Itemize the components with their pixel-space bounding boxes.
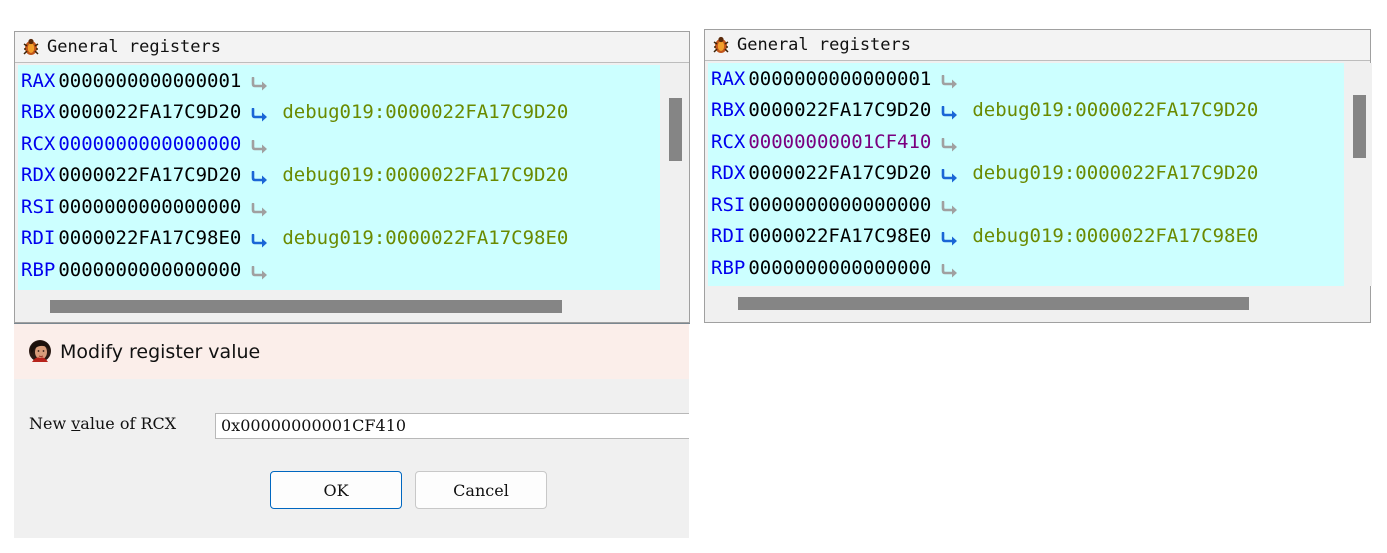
register-name: RSI: [711, 193, 746, 216]
dialog-title-bar: Modify register value: [14, 324, 689, 379]
register-target-address[interactable]: debug019:0000022FA17C9D20: [972, 162, 1258, 184]
bug-icon: [21, 37, 41, 57]
jump-arrow-icon[interactable]: [940, 261, 960, 278]
panel-title: General registers: [47, 37, 221, 57]
jump-arrow-icon[interactable]: [940, 135, 960, 152]
register-row-rbp[interactable]: RBP 0000000000000000: [18, 254, 660, 286]
register-row-rcx[interactable]: RCX 0000000000000000: [18, 128, 660, 160]
register-target-address[interactable]: debug019:0000022FA17C9D20: [282, 101, 568, 123]
new-value-input[interactable]: 0x00000000001CF410: [215, 413, 689, 439]
ida-logo-icon: [26, 338, 54, 366]
bug-icon: [711, 35, 731, 55]
register-target-address[interactable]: debug019:0000022FA17C98E0: [972, 225, 1258, 247]
register-list[interactable]: RAX 0000000000000001 RBX 0000022FA17C9D20 de…: [18, 65, 660, 290]
vertical-scroll-thumb[interactable]: [1353, 95, 1366, 158]
register-target-address[interactable]: debug019:0000022FA17C9D20: [282, 164, 568, 186]
register-value[interactable]: 0000022FA17C9D20: [748, 162, 931, 184]
panel-title-bar: General registers: [15, 32, 689, 63]
jump-arrow-icon[interactable]: [250, 263, 270, 280]
register-name: RAX: [21, 69, 56, 92]
register-target-address[interactable]: debug019:0000022FA17C9D20: [972, 99, 1258, 121]
register-row-rax[interactable]: RAX 0000000000000001: [708, 63, 1344, 95]
jump-arrow-icon[interactable]: [250, 105, 270, 122]
label-suffix: alue of RCX: [80, 414, 177, 433]
register-value[interactable]: 0000000000000000: [748, 257, 931, 279]
jump-arrow-icon[interactable]: [940, 166, 960, 183]
vertical-scroll-thumb[interactable]: [669, 98, 682, 161]
register-row-rbx[interactable]: RBX 0000022FA17C9D20 debug019:0000022FA17C…: [708, 95, 1344, 127]
register-name: RBP: [21, 258, 56, 281]
ok-button[interactable]: OK: [270, 471, 402, 509]
jump-arrow-icon[interactable]: [250, 74, 270, 91]
register-row-rdx[interactable]: RDX 0000022FA17C9D20 debug019:0000022FA17C…: [708, 158, 1344, 190]
jump-arrow-icon[interactable]: [940, 103, 960, 120]
jump-arrow-icon[interactable]: [940, 229, 960, 246]
register-value[interactable]: 0000022FA17C9D20: [58, 101, 241, 123]
register-row-rdi[interactable]: RDI 0000022FA17C98E0 debug019:0000022FA17C…: [18, 223, 660, 255]
register-name: RDI: [21, 227, 56, 250]
register-name: RDX: [21, 164, 56, 187]
jump-arrow-icon[interactable]: [250, 168, 270, 185]
modify-register-dialog: Modify register value New value of RCX 0…: [14, 324, 689, 538]
register-name: RCX: [711, 130, 746, 153]
register-list[interactable]: RAX 0000000000000001 RBX 0000022FA17C9D20 de…: [708, 63, 1344, 286]
register-row-rbx[interactable]: RBX 0000022FA17C9D20 debug019:0000022FA17C…: [18, 97, 660, 129]
panel-title: General registers: [737, 35, 911, 55]
register-name: RDI: [711, 225, 746, 248]
register-name: RBP: [711, 256, 746, 279]
general-registers-panel: General registers RAX 0000000000000001 RBX…: [14, 31, 690, 324]
register-row-rax[interactable]: RAX 0000000000000001: [18, 65, 660, 97]
register-name: RAX: [711, 67, 746, 90]
register-row-rsi[interactable]: RSI 0000000000000000: [18, 191, 660, 223]
register-name: RBX: [711, 99, 746, 122]
register-value[interactable]: 0000000000000000: [58, 133, 241, 155]
jump-arrow-icon[interactable]: [250, 200, 270, 217]
register-row-rcx[interactable]: RCX 00000000001CF410: [708, 126, 1344, 158]
register-value[interactable]: 0000022FA17C9D20: [748, 99, 931, 121]
register-target-address[interactable]: debug019:0000022FA17C98E0: [282, 227, 568, 249]
register-row-rdx[interactable]: RDX 0000022FA17C9D20 debug019:0000022FA17C…: [18, 160, 660, 192]
register-value[interactable]: 00000000001CF410: [748, 131, 931, 153]
register-value[interactable]: 0000022FA17C98E0: [58, 227, 241, 249]
register-value[interactable]: 0000000000000001: [748, 68, 931, 90]
general-registers-panel-updated: General registers RAX 0000000000000001 RBX…: [704, 29, 1372, 323]
register-value[interactable]: 0000000000000000: [58, 196, 241, 218]
register-value[interactable]: 0000000000000000: [748, 194, 931, 216]
register-name: RDX: [711, 162, 746, 185]
new-value-label: New value of RCX: [29, 414, 176, 433]
label-prefix: New: [29, 414, 72, 433]
register-name: RSI: [21, 195, 56, 218]
register-value[interactable]: 0000022FA17C98E0: [748, 225, 931, 247]
register-row-rbp[interactable]: RBP 0000000000000000: [708, 252, 1344, 284]
jump-arrow-icon[interactable]: [250, 137, 270, 154]
register-name: RCX: [21, 132, 56, 155]
register-row-rdi[interactable]: RDI 0000022FA17C98E0 debug019:0000022FA17C…: [708, 221, 1344, 253]
jump-arrow-icon[interactable]: [250, 231, 270, 248]
register-value[interactable]: 0000000000000000: [58, 259, 241, 281]
register-value[interactable]: 0000000000000001: [58, 70, 241, 92]
register-value[interactable]: 0000022FA17C9D20: [58, 164, 241, 186]
panel-title-bar: General registers: [705, 30, 1370, 61]
horizontal-scroll-thumb[interactable]: [738, 297, 1249, 310]
register-row-rsi[interactable]: RSI 0000000000000000: [708, 189, 1344, 221]
jump-arrow-icon[interactable]: [940, 72, 960, 89]
vertical-scrollbar[interactable]: [1348, 63, 1372, 286]
cancel-button[interactable]: Cancel: [415, 471, 547, 509]
register-name: RBX: [21, 101, 56, 124]
dialog-title: Modify register value: [60, 340, 261, 363]
vertical-scrollbar[interactable]: [664, 65, 688, 290]
label-accelerator-key: v: [71, 414, 81, 433]
horizontal-scroll-thumb[interactable]: [50, 300, 562, 313]
jump-arrow-icon[interactable]: [940, 198, 960, 215]
